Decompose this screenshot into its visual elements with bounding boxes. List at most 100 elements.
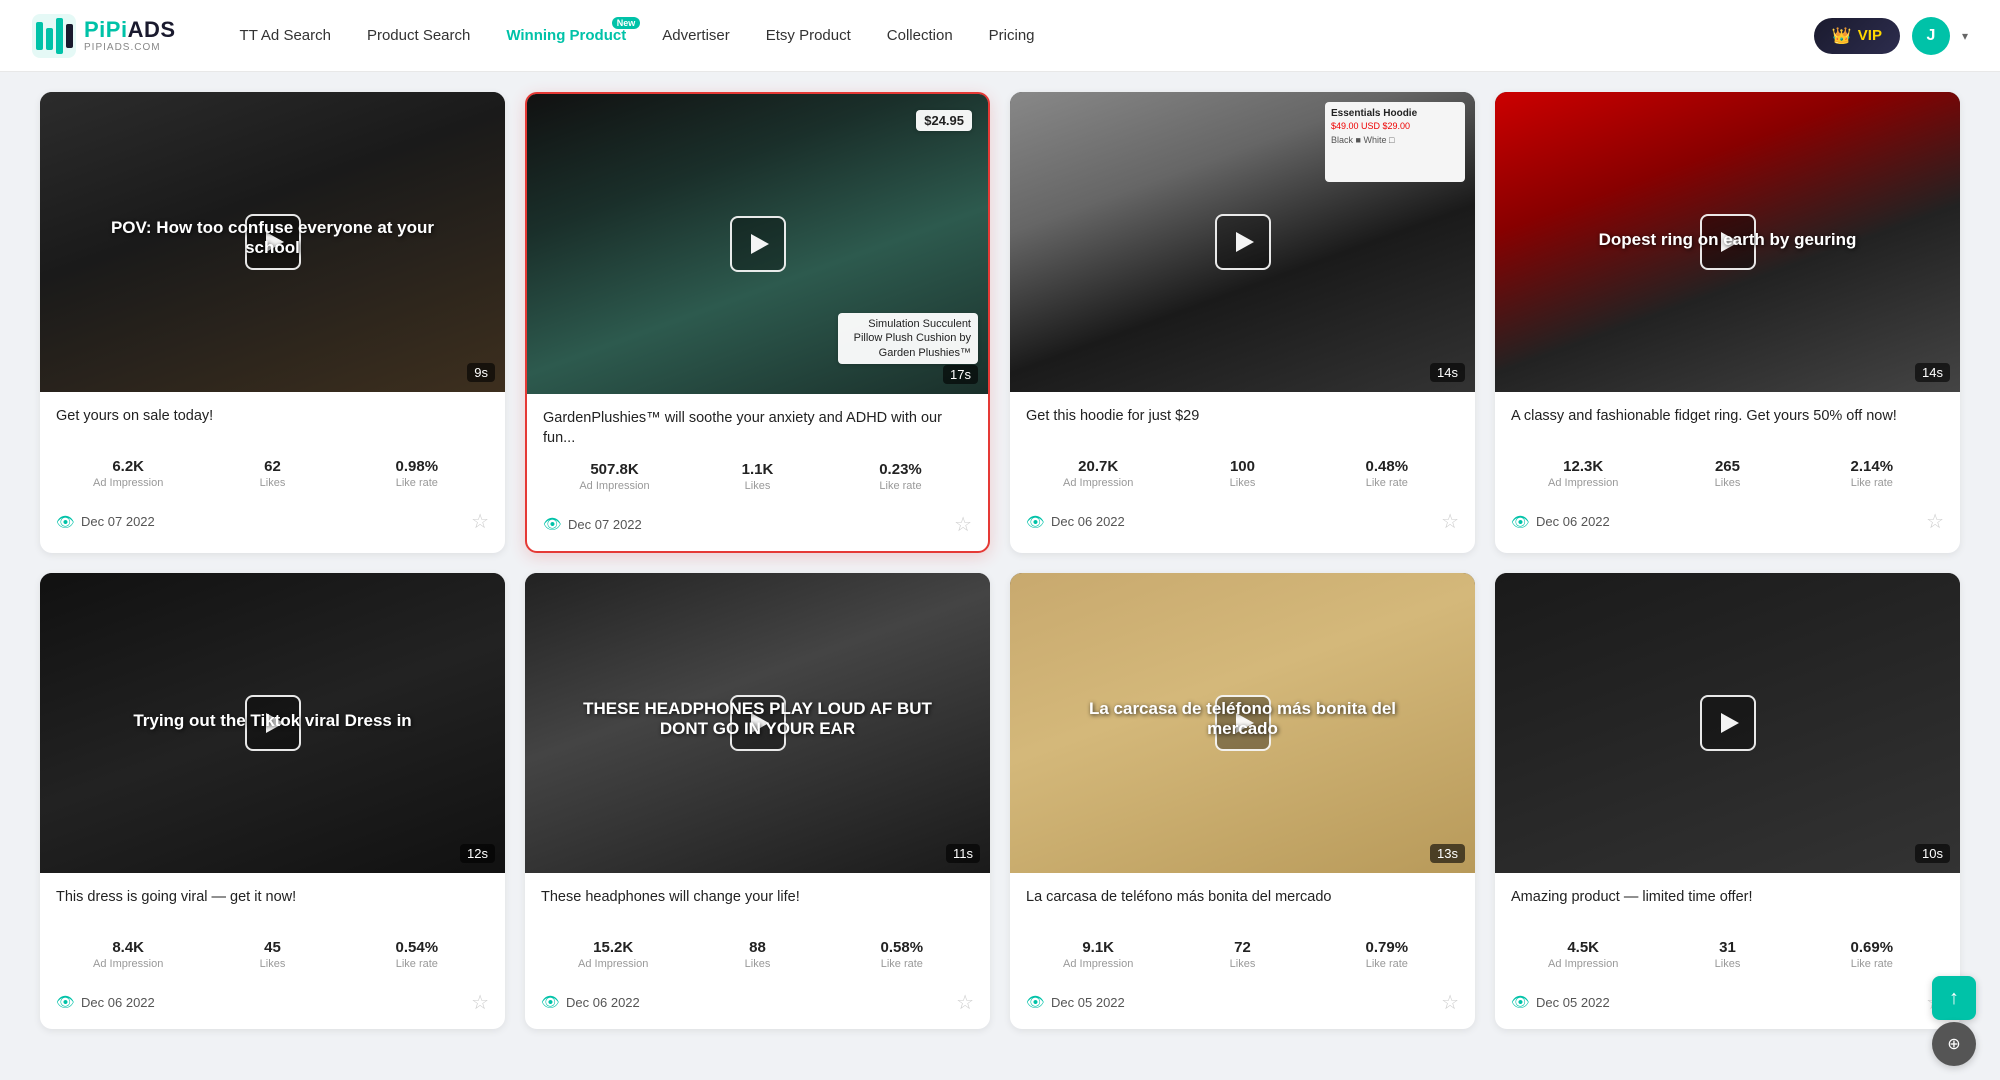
ad-card-3[interactable]: Essentials Hoodie$49.00 USD $29.00Black … [1010, 92, 1475, 553]
nav-item-collection[interactable]: Collection [871, 19, 969, 52]
stat-likes-1: 62 Likes [200, 458, 344, 489]
date-info-4: 👁Dec 06 2022 [1511, 513, 1610, 531]
star-button-3[interactable]: ☆ [1441, 509, 1459, 534]
stat-likes-label-1: Likes [200, 477, 344, 489]
ad-card-7[interactable]: La carcasa de teléfono más bonita del me… [1010, 573, 1475, 1029]
stat-like-rate-6: 0.58%Like rate [830, 939, 974, 970]
stat-likes-value-6: 88 [685, 939, 829, 956]
nav-item-product-search[interactable]: Product Search [351, 19, 486, 52]
stat-likes-5: 45Likes [200, 939, 344, 970]
eye-icon-8: 👁 [1511, 993, 1530, 1011]
card-thumbnail-6[interactable]: THESE HEADPHONES PLAY LOUD AF BUT DONT G… [525, 573, 990, 873]
play-button-3[interactable] [1215, 214, 1271, 270]
card-thumbnail-7[interactable]: La carcasa de teléfono más bonita del me… [1010, 573, 1475, 873]
stat-likes-8: 31Likes [1655, 939, 1799, 970]
stat-likes-label-3: Likes [1170, 477, 1314, 489]
play-button-2[interactable] [730, 216, 786, 272]
card-thumbnail-5[interactable]: Trying out the Tiktok viral Dress in12s [40, 573, 505, 873]
card-thumbnail-4[interactable]: Dopest ring on earth by geuring 14s [1495, 92, 1960, 392]
stat-impression-2: 507.8KAd Impression [543, 461, 686, 492]
stat-impression-value-4: 12.3K [1511, 458, 1655, 475]
card-footer-8: 👁Dec 05 2022☆ [1495, 980, 1960, 1029]
stat-likes-value-2: 1.1K [686, 461, 829, 478]
star-button-1[interactable]: ☆ [471, 509, 489, 534]
stat-impression-7: 9.1KAd Impression [1026, 939, 1170, 970]
stat-impression-label-6: Ad Impression [541, 958, 685, 970]
stat-like-rate-8: 0.69%Like rate [1800, 939, 1944, 970]
star-button-5[interactable]: ☆ [471, 990, 489, 1015]
ad-card-1[interactable]: POV: How too confuse everyone at your sc… [40, 92, 505, 553]
star-button-4[interactable]: ☆ [1926, 509, 1944, 534]
date-info-2: 👁Dec 07 2022 [543, 515, 642, 533]
stat-impression-value-7: 9.1K [1026, 939, 1170, 956]
eye-icon-2: 👁 [543, 515, 562, 533]
card-thumbnail-2[interactable]: $24.95Simulation Succulent Pillow Plush … [527, 94, 988, 394]
card-thumbnail-1[interactable]: POV: How too confuse everyone at your sc… [40, 92, 505, 392]
header: PiPiADS PIPIADS.COM TT Ad SearchProduct … [0, 0, 2000, 72]
thumb-overlay-text-7: La carcasa de teléfono más bonita del me… [1057, 699, 1429, 739]
card-footer-6: 👁Dec 06 2022 ☆ [525, 980, 990, 1029]
stat-likes-4: 265Likes [1655, 458, 1799, 489]
vip-button[interactable]: 👑 VIP [1814, 18, 1900, 54]
stat-like-rate-1: 0.98%Like rate [345, 458, 489, 489]
logo-icon [32, 14, 76, 58]
avatar[interactable]: J [1912, 17, 1950, 55]
stats-row-5: 8.4KAd Impression45Likes0.54% Like rate [56, 939, 489, 970]
card-date-5: Dec 06 2022 [81, 995, 155, 1010]
star-button-2[interactable]: ☆ [954, 512, 972, 537]
help-button[interactable]: ⊕ [1932, 1022, 1976, 1066]
stat-like-rate-label-5: Like rate [345, 958, 489, 970]
card-footer-5: 👁Dec 06 2022☆ [40, 980, 505, 1029]
stat-likes-3: 100Likes [1170, 458, 1314, 489]
stats-row-7: 9.1KAd Impression72Likes0.79%Like rate [1026, 939, 1459, 970]
card-title-7: La carcasa de teléfono más bonita del me… [1026, 887, 1459, 927]
stat-likes-value-1: 62 [200, 458, 344, 475]
nav-item-pricing[interactable]: Pricing [973, 19, 1051, 52]
stat-impression-value-1: 6.2K [56, 458, 200, 475]
card-title-1: Get yours on sale today! [56, 406, 489, 446]
card-thumbnail-8[interactable]: 10s [1495, 573, 1960, 873]
ad-card-8[interactable]: 10s Amazing product — limited time offer!… [1495, 573, 1960, 1029]
stat-likes-label-2: Likes [686, 480, 829, 492]
stat-likes-7: 72Likes [1170, 939, 1314, 970]
card-title-8: Amazing product — limited time offer! [1511, 887, 1944, 927]
card-title-2: GardenPlushies™ will soothe your anxiety… [543, 408, 972, 449]
ad-card-2[interactable]: $24.95Simulation Succulent Pillow Plush … [525, 92, 990, 553]
duration-badge-1: 9s [467, 363, 495, 382]
stat-impression-label-5: Ad Impression [56, 958, 200, 970]
nav-item-tt-ad-search[interactable]: TT Ad Search [224, 19, 347, 52]
ad-card-4[interactable]: Dopest ring on earth by geuring14sA clas… [1495, 92, 1960, 553]
logo[interactable]: PiPiADS PIPIADS.COM [32, 14, 176, 58]
stat-likes-value-4: 265 [1655, 458, 1799, 475]
stat-like-rate-value-2: 0.23% [829, 461, 972, 478]
date-info-6: 👁Dec 06 2022 [541, 993, 640, 1011]
play-button-8[interactable] [1700, 695, 1756, 751]
stat-impression-value-6: 15.2K [541, 939, 685, 956]
stat-likes-6: 88 Likes [685, 939, 829, 970]
stat-impression-5: 8.4KAd Impression [56, 939, 200, 970]
stat-like-rate-value-5: 0.54% [345, 939, 489, 956]
stat-like-rate-4: 2.14%Like rate [1800, 458, 1944, 489]
stat-like-rate-2: 0.23%Like rate [829, 461, 972, 492]
card-title-6: These headphones will change your life! [541, 887, 974, 927]
stat-likes-label-6: Likes [685, 958, 829, 970]
star-button-6[interactable]: ☆ [956, 990, 974, 1015]
ad-card-6[interactable]: THESE HEADPHONES PLAY LOUD AF BUT DONT G… [525, 573, 990, 1029]
stat-like-rate-3: 0.48%Like rate [1315, 458, 1459, 489]
nav-item-etsy-product[interactable]: Etsy Product [750, 19, 867, 52]
star-button-7[interactable]: ☆ [1441, 990, 1459, 1015]
ad-card-5[interactable]: Trying out the Tiktok viral Dress in12sT… [40, 573, 505, 1029]
card-title-3: Get this hoodie for just $29 [1026, 406, 1459, 446]
nav-badge-winning-product: New [612, 17, 641, 29]
thumb-overlay-text-4: Dopest ring on earth by geuring [1542, 230, 1914, 250]
nav-item-winning-product[interactable]: Winning ProductNew [490, 19, 642, 52]
duration-badge-6: 11s [946, 844, 980, 863]
chevron-down-icon[interactable]: ▾ [1962, 29, 1968, 43]
nav-item-advertiser[interactable]: Advertiser [646, 19, 746, 52]
duration-badge-4: 14s [1915, 363, 1950, 382]
card-thumbnail-3[interactable]: Essentials Hoodie$49.00 USD $29.00Black … [1010, 92, 1475, 392]
stat-likes-label-7: Likes [1170, 958, 1314, 970]
scroll-to-top-button[interactable]: ↑ [1932, 976, 1976, 1020]
stat-like-rate-value-3: 0.48% [1315, 458, 1459, 475]
thumb-overlay-text-6: THESE HEADPHONES PLAY LOUD AF BUT DONT G… [572, 699, 944, 739]
